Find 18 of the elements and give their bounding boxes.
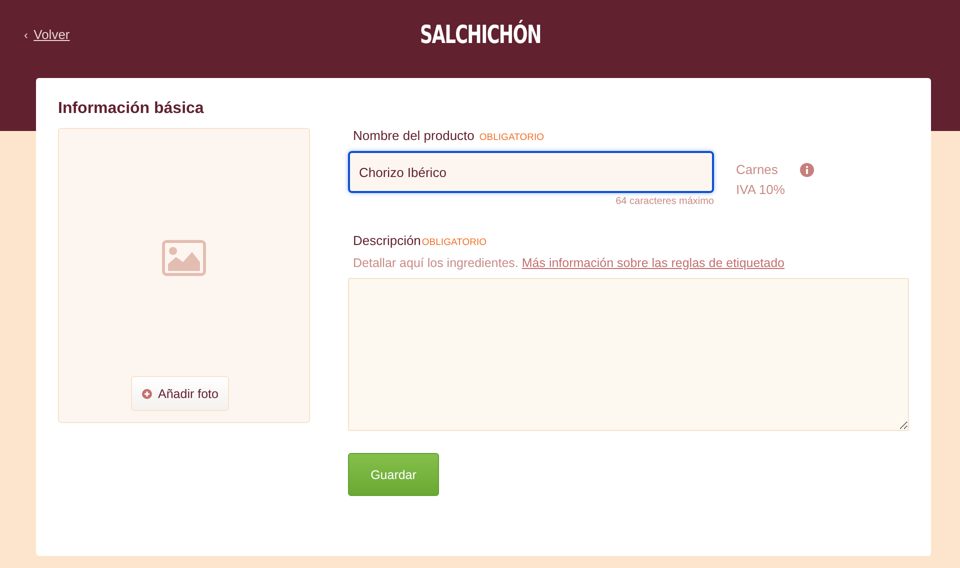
labeling-rules-link[interactable]: Más información sobre las reglas de etiquetado <box>522 256 785 270</box>
back-link[interactable]: ‹ Volver <box>24 27 70 42</box>
section-title: Información básica <box>58 100 205 118</box>
required-tag: OBLIGATORIO <box>422 237 487 248</box>
product-name-input[interactable]: Chorizo Ibérico <box>348 151 714 193</box>
photo-dropzone[interactable]: Añadir foto <box>58 128 310 423</box>
field-label: Nombre del producto <box>353 128 474 143</box>
info-icon[interactable] <box>800 163 814 177</box>
character-limit-hint: 64 caracteres máximo <box>614 196 714 207</box>
tax-rate: IVA 10% <box>736 181 786 199</box>
page-title: SALCHICHÓN <box>420 20 540 48</box>
category-name: Carnes <box>736 161 778 179</box>
image-icon <box>162 240 206 276</box>
field-label: Descripción <box>353 233 421 248</box>
plus-circle-icon <box>142 388 152 398</box>
help-text: Detallar aquí los ingredientes. Más información sobre las reglas de etiquetado <box>353 256 786 270</box>
add-photo-button[interactable]: Añadir foto <box>131 376 230 411</box>
required-tag: OBLIGATORIO <box>479 132 544 143</box>
